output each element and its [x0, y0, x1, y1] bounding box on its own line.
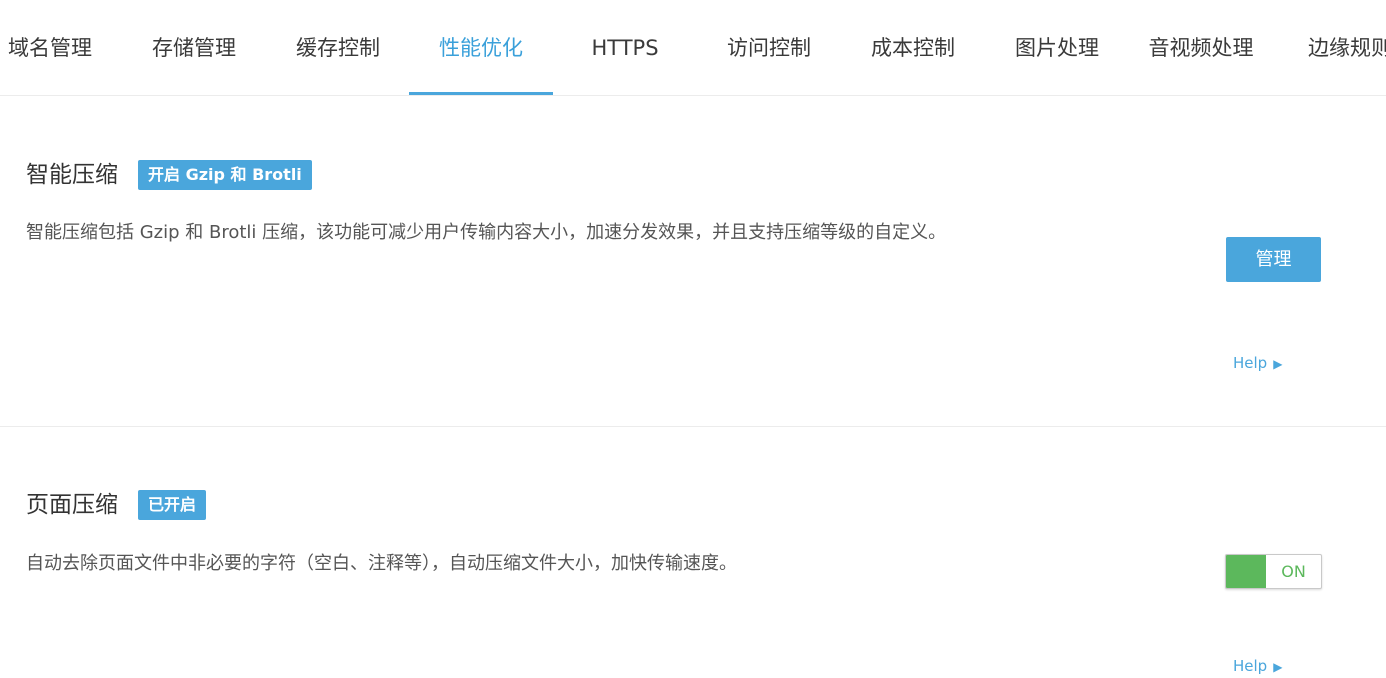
- page-compression-title: 页面压缩: [26, 492, 118, 518]
- smart-compression-description: 智能压缩包括 Gzip 和 Brotli 压缩，该功能可减少用户传输内容大小，加…: [26, 222, 947, 243]
- smart-compression-title: 智能压缩: [26, 162, 118, 188]
- tab-performance[interactable]: 性能优化: [409, 0, 553, 95]
- tab-cost-control[interactable]: 成本控制: [852, 0, 974, 95]
- manage-button[interactable]: 管理: [1226, 237, 1321, 282]
- toggle-knob: [1226, 555, 1266, 588]
- tab-media-processing[interactable]: 音视频处理: [1134, 0, 1268, 95]
- tab-https[interactable]: HTTPS: [574, 0, 676, 95]
- smart-compression-help-link[interactable]: Help ▶: [1233, 354, 1282, 372]
- tab-access-control[interactable]: 访问控制: [708, 0, 830, 95]
- tab-domain[interactable]: 域名管理: [0, 0, 100, 95]
- tab-cache[interactable]: 缓存控制: [278, 0, 398, 95]
- page-compression-status-badge: 已开启: [138, 490, 207, 520]
- tab-bar: 域名管理 存储管理 缓存控制 性能优化 HTTPS 访问控制 成本控制 图片处理…: [0, 0, 1386, 96]
- section-divider: [0, 426, 1386, 427]
- page-compression-help-link[interactable]: Help ▶: [1233, 657, 1282, 675]
- triangle-right-icon: ▶: [1273, 357, 1283, 371]
- page-compression-toggle[interactable]: ON: [1225, 554, 1322, 589]
- triangle-right-icon: ▶: [1273, 660, 1283, 674]
- help-link-label: Help: [1233, 657, 1268, 675]
- tab-storage[interactable]: 存储管理: [134, 0, 254, 95]
- toggle-state-label: ON: [1281, 562, 1306, 581]
- smart-compression-status-badge: 开启 Gzip 和 Brotli: [138, 160, 312, 190]
- tab-image-processing[interactable]: 图片处理: [996, 0, 1118, 95]
- tab-edge-rules[interactable]: 边缘规则: [1290, 0, 1386, 95]
- active-tab-indicator: [409, 92, 553, 95]
- help-link-label: Help: [1233, 354, 1268, 372]
- page-compression-description: 自动去除页面文件中非必要的字符（空白、注释等），自动压缩文件大小，加快传输速度。: [26, 553, 737, 574]
